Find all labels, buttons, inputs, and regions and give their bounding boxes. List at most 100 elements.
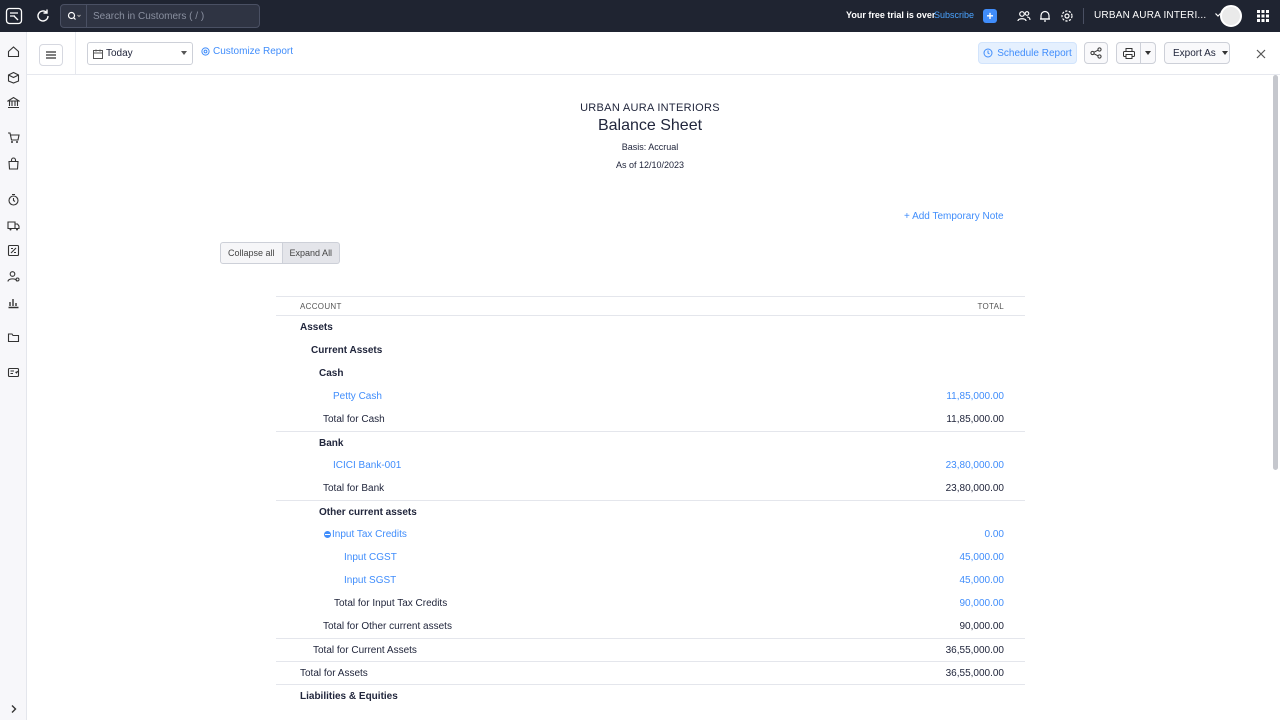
documents-folder-icon[interactable] <box>7 331 20 344</box>
group-label: Other current assets <box>319 507 417 518</box>
app-grid-icon[interactable] <box>1256 9 1270 23</box>
account-link[interactable]: Input CGST <box>344 552 397 563</box>
total-label: Total for Other current assets <box>323 621 452 632</box>
schedule-report-button[interactable]: Schedule Report <box>978 42 1077 64</box>
table-row: Current Assets <box>276 339 1025 362</box>
customize-report-label: Customize Report <box>213 46 294 57</box>
total-label: Total for Assets <box>300 668 368 679</box>
table-row: Petty Cash 11,85,000.00 <box>276 385 1025 408</box>
report-menu-button[interactable] <box>39 44 63 66</box>
banking-icon[interactable] <box>7 96 20 109</box>
expand-all-button[interactable]: Expand All <box>282 242 341 264</box>
amount-link[interactable]: 90,000.00 <box>960 598 1005 609</box>
account-link[interactable]: Petty Cash <box>333 391 382 402</box>
collapse-all-button[interactable]: Collapse all <box>220 242 283 264</box>
recent-activity-icon[interactable] <box>35 8 51 24</box>
items-icon[interactable] <box>7 71 20 84</box>
search-icon <box>67 11 81 20</box>
table-row: Assets <box>276 316 1025 339</box>
clock-icon <box>983 48 993 58</box>
account-group-link[interactable]: Input Tax Credits <box>324 529 407 540</box>
accountant-icon[interactable] <box>7 244 20 257</box>
date-range-select[interactable]: Today <box>87 42 193 65</box>
settings-gear-icon[interactable] <box>1060 9 1074 23</box>
table-row: Total for Bank 23,80,000.00 <box>276 477 1025 500</box>
table-row: Bank <box>276 431 1025 454</box>
table-row: Input SGST 45,000.00 <box>276 569 1025 592</box>
share-button[interactable] <box>1084 42 1108 64</box>
time-tracking-icon[interactable] <box>7 193 20 206</box>
search-module-dropdown[interactable] <box>61 5 87 27</box>
expand-sidebar-button[interactable] <box>0 698 27 720</box>
total-label: Total for Input Tax Credits <box>334 598 448 609</box>
left-sidebar <box>0 32 27 720</box>
chevron-right-icon <box>11 705 16 713</box>
account-column-header: ACCOUNT <box>300 302 342 311</box>
top-bar: Your free trial is over Subscribe + URBA… <box>0 0 1280 32</box>
print-button[interactable] <box>1116 42 1141 64</box>
table-row: Input Tax Credits 0.00 <box>276 523 1025 546</box>
table-row: Total for Current Assets 36,55,000.00 <box>276 638 1025 661</box>
total-column-header: TOTAL <box>977 302 1004 311</box>
amount-link[interactable]: 11,85,000.00 <box>946 391 1004 402</box>
group-label: Current Assets <box>311 345 383 356</box>
account-link[interactable]: ICICI Bank-001 <box>333 460 401 471</box>
books-logo-icon[interactable] <box>5 7 23 25</box>
home-icon[interactable] <box>7 45 20 58</box>
trial-notice: Your free trial is over <box>846 10 936 20</box>
close-icon[interactable] <box>1256 49 1266 59</box>
toolbar-divider <box>75 32 76 75</box>
table-row: Cash <box>276 362 1025 385</box>
account-link[interactable]: Input SGST <box>344 575 396 586</box>
notifications-bell-icon[interactable] <box>1038 9 1052 23</box>
amount-link[interactable]: 23,80,000.00 <box>946 460 1004 471</box>
topbar-separator <box>1083 8 1084 24</box>
section-label: Assets <box>300 322 333 333</box>
collapse-expand-toggle: Collapse all Expand All <box>220 242 341 264</box>
total-label: Total for Current Assets <box>313 645 417 656</box>
amount-link[interactable]: 0.00 <box>985 529 1004 540</box>
group-label: Bank <box>319 438 344 449</box>
account-group-label: Input Tax Credits <box>332 529 407 540</box>
add-temporary-note-link[interactable]: + Add Temporary Note <box>904 211 1004 222</box>
amount-link[interactable]: 45,000.00 <box>960 552 1005 563</box>
user-avatar[interactable] <box>1220 5 1242 27</box>
customize-report-link[interactable]: Customize Report <box>201 46 293 57</box>
report-org-name: URBAN AURA INTERIORS <box>580 102 720 114</box>
total-value: 23,80,000.00 <box>945 483 1004 494</box>
purchases-bag-icon[interactable] <box>7 157 20 170</box>
collapse-minus-icon[interactable] <box>324 530 331 538</box>
table-row: Total for Assets 36,55,000.00 <box>276 661 1025 684</box>
report-toolbar: Today Customize Report Schedule Report E… <box>27 32 1280 75</box>
total-value: 90,000.00 <box>959 621 1005 632</box>
subscribe-link[interactable]: Subscribe <box>934 10 974 20</box>
table-row: Total for Cash 11,85,000.00 <box>276 408 1025 431</box>
schedule-report-label: Schedule Report <box>997 47 1072 59</box>
vertical-scrollbar[interactable] <box>1273 75 1278 470</box>
organization-switcher[interactable]: URBAN AURA INTERI... <box>1094 10 1222 21</box>
date-range-value: Today <box>106 48 133 59</box>
search-input[interactable] <box>87 10 247 22</box>
quick-create-button[interactable]: + <box>983 9 997 23</box>
configure-features-icon[interactable] <box>7 366 20 379</box>
section-label: Liabilities & Equities <box>300 691 398 702</box>
search-bar <box>60 4 260 28</box>
table-row: Total for Input Tax Credits 90,000.00 <box>276 592 1025 615</box>
amount-link[interactable]: 45,000.00 <box>960 575 1005 586</box>
balance-sheet-table: ACCOUNT TOTAL Assets Current Assets Cash… <box>276 296 1025 707</box>
table-row: Other current assets <box>276 500 1025 523</box>
export-as-button[interactable]: Export As <box>1164 42 1230 64</box>
chevron-down-icon <box>181 51 187 55</box>
sales-cart-icon[interactable] <box>7 131 20 144</box>
eway-bills-truck-icon[interactable] <box>7 219 20 232</box>
print-options-dropdown[interactable] <box>1140 42 1156 64</box>
org-name-label: URBAN AURA INTERI... <box>1094 10 1207 21</box>
table-row: Total for Other current assets 90,000.00 <box>276 615 1025 638</box>
reports-chart-icon[interactable] <box>7 296 20 309</box>
total-label: Total for Bank <box>323 483 385 494</box>
report-as-of-date: As of 12/10/2023 <box>615 160 685 170</box>
total-label: Total for Cash <box>323 414 385 425</box>
chevron-down-icon <box>1145 51 1151 55</box>
contacts-user-icon[interactable] <box>7 270 20 283</box>
refer-users-icon[interactable] <box>1017 9 1031 23</box>
